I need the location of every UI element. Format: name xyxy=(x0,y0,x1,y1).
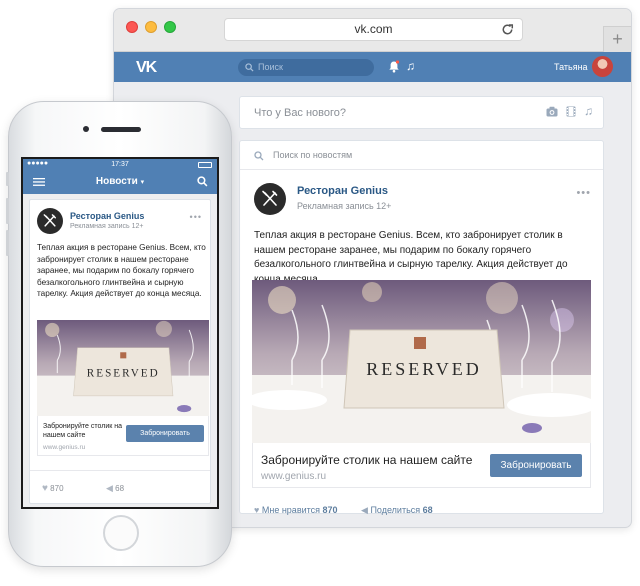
mute-switch xyxy=(6,172,9,186)
like-button[interactable]: ♥ Мне нравится 870 xyxy=(254,505,338,515)
post-author-name[interactable]: Ресторан Genius xyxy=(297,185,388,197)
front-camera xyxy=(83,126,89,132)
post-text: Теплая акция в ресторане Genius. Всем, к… xyxy=(37,243,206,299)
share-button[interactable]: ◀ Поделиться 68 xyxy=(361,505,433,516)
like-button[interactable]: ♥ 870 xyxy=(42,483,64,494)
composer-attachments: ♫ xyxy=(546,105,593,117)
reserved-sign-text: RESERVED xyxy=(87,368,160,380)
book-button[interactable]: Забронировать xyxy=(490,454,582,477)
megaphone-icon: ◀ xyxy=(106,483,113,493)
post-ad-label: Рекламная запись 12+ xyxy=(297,201,392,211)
news-feed: Поиск по новостям Ресторан Genius Реклам… xyxy=(239,140,604,516)
post-photo[interactable]: RESERVED xyxy=(37,320,209,416)
post-text: Теплая акция в ресторане Genius. Всем, к… xyxy=(254,230,568,285)
audio-icon[interactable]: ♫ xyxy=(584,105,593,117)
address-text: vk.com xyxy=(354,22,393,36)
mobile-post-card: Ресторан Genius Рекламная запись 12+ •••… xyxy=(29,199,211,504)
share-label: Поделиться xyxy=(370,505,421,515)
like-count: 870 xyxy=(322,505,338,515)
browser-toolbar: vk.com + xyxy=(114,9,631,52)
status-time: 17:37 xyxy=(111,161,129,168)
chevron-down-icon: ▾ xyxy=(140,179,145,186)
search-icon xyxy=(245,63,254,72)
close-window-button[interactable] xyxy=(126,21,138,33)
link-title[interactable]: Забронируйте столик на нашем сайте xyxy=(43,422,131,440)
header-search-placeholder: Поиск xyxy=(258,62,283,72)
link-url[interactable]: www.genius.ru xyxy=(43,444,85,451)
notifications-bell-icon[interactable] xyxy=(388,60,400,73)
post-author-avatar[interactable] xyxy=(37,208,63,234)
feed-search-placeholder: Поиск по новостям xyxy=(273,150,353,160)
reserved-sign-text: RESERVED xyxy=(366,359,482,379)
composer-placeholder: Что у Вас нового? xyxy=(254,107,347,119)
address-bar[interactable]: vk.com xyxy=(224,18,523,41)
vk-logo[interactable]: VK xyxy=(136,59,157,77)
nav-title-text: Новости xyxy=(95,176,138,187)
volume-up-button xyxy=(6,198,9,224)
status-bar: ●●●●● 17:37 xyxy=(23,159,217,170)
home-button[interactable] xyxy=(103,515,139,551)
post-author-name[interactable]: Ресторан Genius xyxy=(70,211,144,221)
phone-screen: ●●●●● 17:37 Новости ▾ Ресторан Genius Ре… xyxy=(21,157,219,509)
search-icon xyxy=(254,151,264,161)
new-tab-button[interactable]: + xyxy=(603,26,631,52)
earpiece-speaker xyxy=(101,127,141,132)
share-button[interactable]: ◀ 68 xyxy=(106,483,124,494)
post-photo[interactable]: RESERVED xyxy=(252,280,591,443)
user-avatar[interactable] xyxy=(592,56,613,77)
reserved-table-photo: RESERVED xyxy=(252,280,591,443)
like-label: Мне нравится xyxy=(261,505,321,515)
megaphone-icon: ◀ xyxy=(361,505,368,515)
mobile-navbar: Новости ▾ xyxy=(23,170,217,194)
feed-search-input[interactable]: Поиск по новостям xyxy=(240,141,603,170)
mobile-nav-title[interactable]: Новости ▾ xyxy=(23,176,217,187)
zoom-window-button[interactable] xyxy=(164,21,176,33)
search-icon[interactable] xyxy=(197,176,208,187)
post-more-button[interactable]: ••• xyxy=(190,212,202,222)
reserved-table-photo: RESERVED xyxy=(37,320,209,416)
post-ad-label: Рекламная запись 12+ xyxy=(70,223,144,230)
link-title[interactable]: Забронируйте столик на нашем сайте xyxy=(261,453,472,467)
video-icon[interactable] xyxy=(566,106,576,117)
link-url[interactable]: www.genius.ru xyxy=(261,471,326,482)
post-link-snippet[interactable]: Забронируйте столик на нашем сайте www.g… xyxy=(37,416,209,456)
user-name[interactable]: Татьяна xyxy=(554,62,588,72)
vk-header: VK Поиск ♫ Татьяна xyxy=(114,52,631,82)
battery-icon xyxy=(198,162,212,168)
book-button[interactable]: Забронировать xyxy=(126,425,204,442)
volume-down-button xyxy=(6,230,9,256)
post-author-avatar[interactable] xyxy=(254,183,286,215)
post-more-button[interactable]: ••• xyxy=(576,187,591,199)
fork-knife-logo-icon xyxy=(262,190,278,206)
header-search-input[interactable]: Поиск xyxy=(238,59,374,76)
post-composer[interactable]: Что у Вас нового? ♫ xyxy=(239,96,604,129)
divider xyxy=(30,470,210,471)
share-count: 68 xyxy=(422,505,433,515)
reload-icon[interactable] xyxy=(500,22,515,37)
heart-icon: ♥ xyxy=(42,483,48,494)
music-icon[interactable]: ♫ xyxy=(406,59,415,73)
fork-knife-logo-icon xyxy=(43,214,57,227)
iphone-device: ●●●●● 17:37 Новости ▾ Ресторан Genius Ре… xyxy=(6,101,232,567)
heart-icon: ♥ xyxy=(254,505,260,515)
minimize-window-button[interactable] xyxy=(145,21,157,33)
like-count: 870 xyxy=(50,484,64,493)
camera-icon[interactable] xyxy=(546,106,558,117)
post-link-snippet[interactable]: Забронируйте столик на нашем сайте www.g… xyxy=(252,443,591,488)
share-count: 68 xyxy=(115,484,125,493)
